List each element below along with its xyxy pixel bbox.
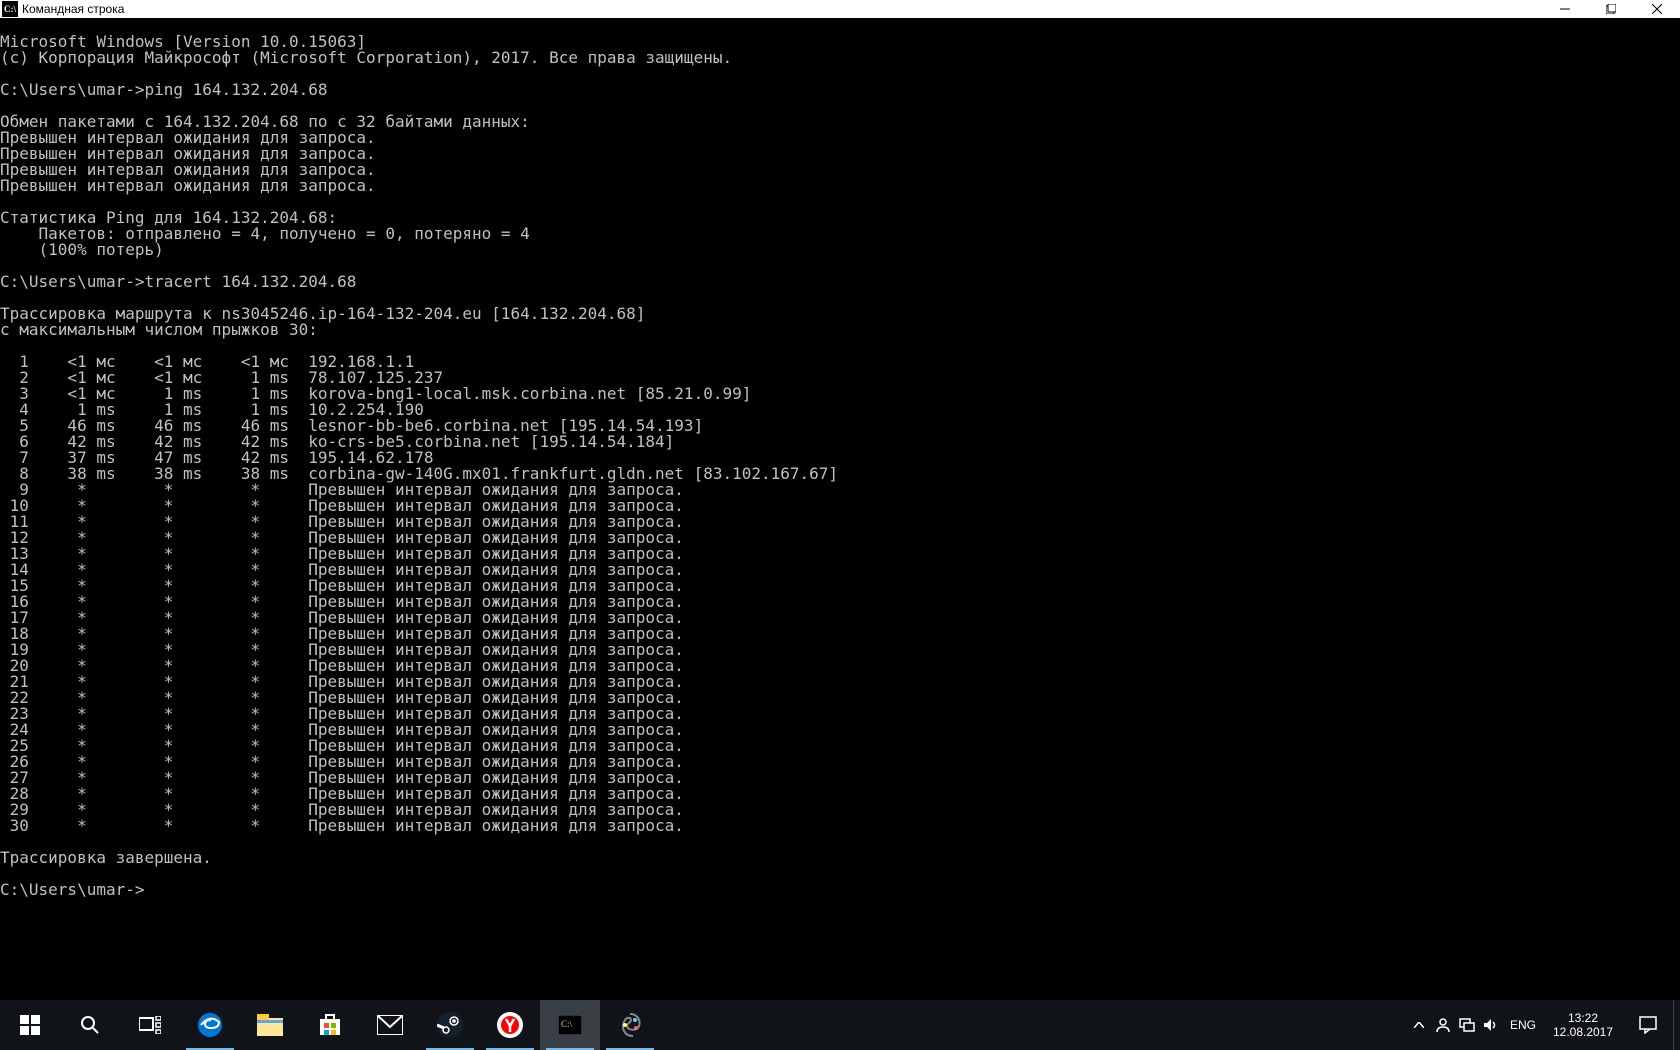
tray-chevron-up-icon[interactable] — [1407, 1000, 1431, 1050]
tray-language[interactable]: ENG — [1503, 1000, 1543, 1050]
minimize-button[interactable] — [1542, 0, 1588, 18]
yandex-browser-icon[interactable] — [480, 1000, 540, 1050]
show-desktop-button[interactable] — [1673, 1000, 1680, 1050]
maximize-button[interactable] — [1588, 0, 1634, 18]
start-button[interactable] — [0, 1000, 60, 1050]
window-controls — [1542, 0, 1680, 18]
store-icon[interactable] — [300, 1000, 360, 1050]
tray-people-icon[interactable] — [1431, 1000, 1455, 1050]
svg-text:C:\: C:\ — [561, 1019, 573, 1029]
close-button[interactable] — [1634, 0, 1680, 18]
tray-date: 12.08.2017 — [1553, 1025, 1613, 1039]
terminal-output[interactable]: Microsoft Windows [Version 10.0.15063] (… — [0, 34, 1680, 1009]
window-title: Командная строка — [22, 2, 124, 16]
task-view-icon[interactable] — [120, 1000, 180, 1050]
cmd-window: C:\ Командная строка Microsoft Windows [… — [0, 0, 1680, 1025]
tray-volume-icon[interactable] — [1479, 1000, 1503, 1050]
tray-network-icon[interactable] — [1455, 1000, 1479, 1050]
tray-notifications-icon[interactable] — [1623, 1000, 1673, 1050]
file-explorer-icon[interactable] — [240, 1000, 300, 1050]
edge-icon[interactable] — [180, 1000, 240, 1050]
cmd-taskbar-icon[interactable]: C:\ — [540, 1000, 600, 1050]
tray-clock[interactable]: 13:22 12.08.2017 — [1543, 1000, 1623, 1050]
titlebar[interactable]: C:\ Командная строка — [0, 0, 1680, 18]
mail-icon[interactable] — [360, 1000, 420, 1050]
cmd-icon: C:\ — [2, 1, 18, 17]
tray-time: 13:22 — [1568, 1011, 1598, 1025]
search-icon[interactable] — [60, 1000, 120, 1050]
system-tray: ENG 13:22 12.08.2017 — [1407, 1000, 1680, 1050]
taskbar[interactable]: C:\ ENG 13:22 12.08.2017 — [0, 1000, 1680, 1050]
paint-icon[interactable] — [600, 1000, 660, 1050]
steam-icon[interactable] — [420, 1000, 480, 1050]
